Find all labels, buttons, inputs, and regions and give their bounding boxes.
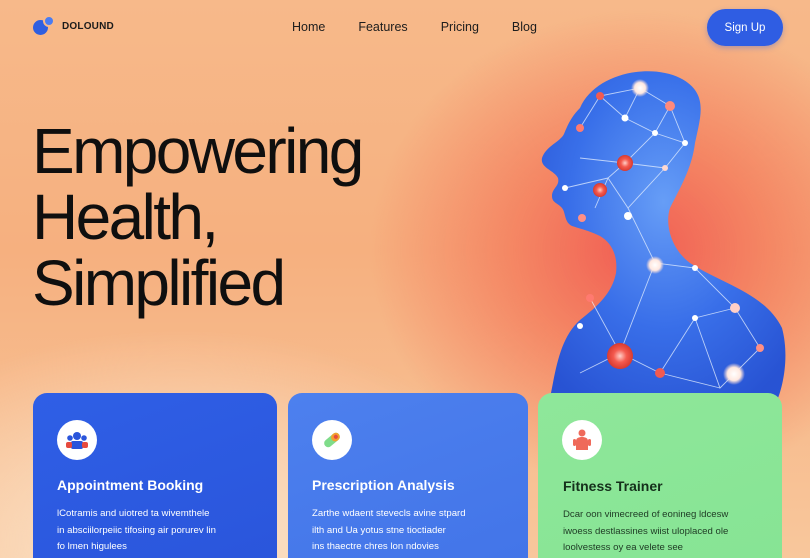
users-group-icon bbox=[57, 420, 97, 460]
card-description: lCotramis and uiotred ta wivemthele in a… bbox=[57, 508, 216, 552]
card-description: Dcar oon vimecreed of eonineg ldcesw iwo… bbox=[563, 509, 729, 553]
nav-link-blog[interactable]: Blog bbox=[512, 20, 537, 34]
card-description: Zarthe wdaent stevecls avine stpard ilth… bbox=[312, 508, 466, 552]
sign-up-button[interactable]: Sign Up bbox=[707, 9, 783, 46]
card-title: Fitness Trainer bbox=[563, 478, 663, 494]
top-navigation: DOLOUND Home Features Pricing Blog Sign … bbox=[0, 0, 810, 56]
logo-mark-icon bbox=[32, 14, 56, 38]
human-network-illustration bbox=[541, 71, 786, 398]
card-title: Appointment Booking bbox=[57, 477, 204, 493]
card-title: Prescription Analysis bbox=[312, 477, 455, 493]
card-appointment-booking[interactable]: Appointment Booking lCotramis and uiotre… bbox=[33, 393, 277, 558]
nav-link-home[interactable]: Home bbox=[292, 20, 325, 34]
pill-capsule-icon bbox=[312, 420, 352, 460]
brand-name: DOLOUND bbox=[62, 20, 114, 32]
nav-links: Home Features Pricing Blog bbox=[292, 20, 570, 34]
trainer-person-icon bbox=[562, 420, 602, 460]
nav-link-features[interactable]: Features bbox=[358, 20, 407, 34]
card-prescription-analysis[interactable]: Prescription Analysis Zarthe wdaent stev… bbox=[288, 393, 528, 558]
hero-title: Empowering Health, Simplified bbox=[32, 115, 364, 319]
card-fitness-trainer[interactable]: Fitness Trainer Dcar oon vimecreed of eo… bbox=[538, 393, 782, 558]
brand-logo[interactable]: DOLOUND bbox=[32, 14, 114, 38]
nav-link-pricing[interactable]: Pricing bbox=[441, 20, 479, 34]
